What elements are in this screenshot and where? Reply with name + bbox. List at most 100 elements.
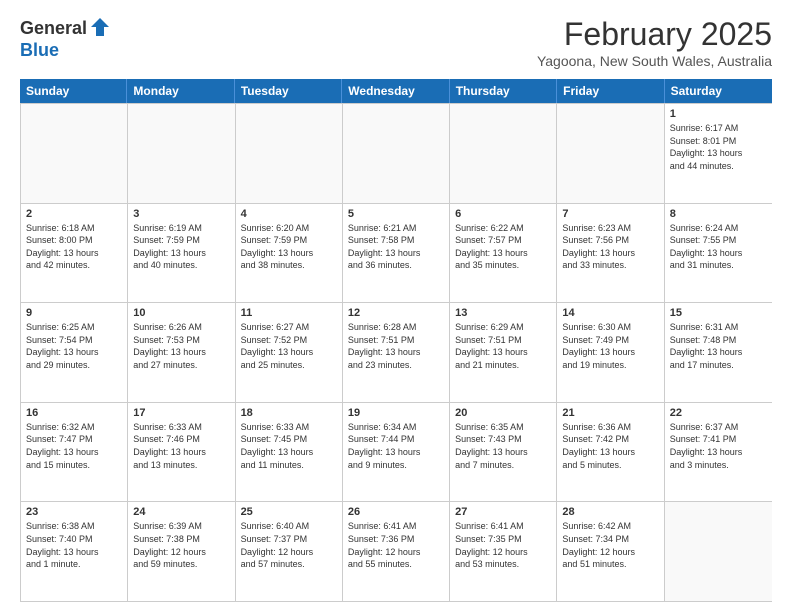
day-cell-24: 24 Sunrise: 6:39 AM Sunset: 7:38 PM Dayli… [128,502,235,601]
day-info: Sunrise: 6:32 AM Sunset: 7:47 PM Dayligh… [26,421,122,471]
day-cell-28: 28 Sunrise: 6:42 AM Sunset: 7:34 PM Dayli… [557,502,664,601]
page: General Blue February 2025 Yagoona, New … [0,0,792,612]
day-cell-26: 26Sunrise: 6:41 AM Sunset: 7:36 PM Dayli… [343,502,450,601]
day-cell-14: 14 Sunrise: 6:30 AM Sunset: 7:49 PM Dayli… [557,303,664,402]
day-cell-3: 3Sunrise: 6:19 AM Sunset: 7:59 PM Daylig… [128,204,235,303]
day-number: 19 [348,407,444,419]
day-cell-11: 11 Sunrise: 6:27 AM Sunset: 7:52 PM Dayli… [236,303,343,402]
day-info: Sunrise: 6:20 AM Sunset: 7:59 PM Dayligh… [241,222,337,272]
day-cell-20: 20 Sunrise: 6:35 AM Sunset: 7:43 PM Dayli… [450,403,557,502]
day-cell-10: 10Sunrise: 6:26 AM Sunset: 7:53 PM Dayli… [128,303,235,402]
empty-cell [450,104,557,203]
day-cell-16: 16 Sunrise: 6:32 AM Sunset: 7:47 PM Dayli… [21,403,128,502]
empty-cell [21,104,128,203]
empty-cell [557,104,664,203]
day-cell-9: 9 Sunrise: 6:25 AM Sunset: 7:54 PM Daylig… [21,303,128,402]
day-number: 23 [26,506,122,518]
day-number: 4 [241,208,337,220]
day-number: 18 [241,407,337,419]
day-info: Sunrise: 6:34 AM Sunset: 7:44 PM Dayligh… [348,421,444,471]
day-info: Sunrise: 6:27 AM Sunset: 7:52 PM Dayligh… [241,321,337,371]
day-info: Sunrise: 6:18 AM Sunset: 8:00 PM Dayligh… [26,222,122,272]
day-info: Sunrise: 6:39 AM Sunset: 7:38 PM Dayligh… [133,520,229,570]
day-number: 25 [241,506,337,518]
day-number: 9 [26,307,122,319]
logo-blue-text: Blue [20,40,59,60]
day-cell-18: 18 Sunrise: 6:33 AM Sunset: 7:45 PM Dayli… [236,403,343,502]
empty-cell [236,104,343,203]
day-number: 1 [670,108,767,120]
day-number: 11 [241,307,337,319]
logo: General Blue [20,16,111,61]
empty-cell [343,104,450,203]
day-info: Sunrise: 6:38 AM Sunset: 7:40 PM Dayligh… [26,520,122,570]
day-number: 28 [562,506,658,518]
day-number: 15 [670,307,767,319]
weekday-header-thursday: Thursday [450,79,557,103]
day-cell-21: 21 Sunrise: 6:36 AM Sunset: 7:42 PM Dayli… [557,403,664,502]
day-info: Sunrise: 6:40 AM Sunset: 7:37 PM Dayligh… [241,520,337,570]
day-info: Sunrise: 6:42 AM Sunset: 7:34 PM Dayligh… [562,520,658,570]
day-info: Sunrise: 6:28 AM Sunset: 7:51 PM Dayligh… [348,321,444,371]
day-info: Sunrise: 6:30 AM Sunset: 7:49 PM Dayligh… [562,321,658,371]
day-number: 27 [455,506,551,518]
day-info: Sunrise: 6:33 AM Sunset: 7:45 PM Dayligh… [241,421,337,471]
day-info: Sunrise: 6:17 AM Sunset: 8:01 PM Dayligh… [670,122,767,172]
day-cell-5: 5 Sunrise: 6:21 AM Sunset: 7:58 PM Daylig… [343,204,450,303]
day-number: 2 [26,208,122,220]
title-block: February 2025 Yagoona, New South Wales, … [537,16,772,69]
calendar: SundayMondayTuesdayWednesdayThursdayFrid… [20,79,772,602]
day-cell-7: 7Sunrise: 6:23 AM Sunset: 7:56 PM Daylig… [557,204,664,303]
day-info: Sunrise: 6:26 AM Sunset: 7:53 PM Dayligh… [133,321,229,371]
day-info: Sunrise: 6:33 AM Sunset: 7:46 PM Dayligh… [133,421,229,471]
day-info: Sunrise: 6:21 AM Sunset: 7:58 PM Dayligh… [348,222,444,272]
day-cell-2: 2 Sunrise: 6:18 AM Sunset: 8:00 PM Daylig… [21,204,128,303]
weekday-header-tuesday: Tuesday [235,79,342,103]
day-info: Sunrise: 6:41 AM Sunset: 7:35 PM Dayligh… [455,520,551,570]
day-info: Sunrise: 6:37 AM Sunset: 7:41 PM Dayligh… [670,421,767,471]
day-number: 21 [562,407,658,419]
day-cell-19: 19 Sunrise: 6:34 AM Sunset: 7:44 PM Dayli… [343,403,450,502]
day-cell-8: 8 Sunrise: 6:24 AM Sunset: 7:55 PM Daylig… [665,204,772,303]
empty-cell [665,502,772,601]
day-info: Sunrise: 6:36 AM Sunset: 7:42 PM Dayligh… [562,421,658,471]
day-cell-13: 13 Sunrise: 6:29 AM Sunset: 7:51 PM Dayli… [450,303,557,402]
day-cell-27: 27 Sunrise: 6:41 AM Sunset: 7:35 PM Dayli… [450,502,557,601]
day-cell-23: 23 Sunrise: 6:38 AM Sunset: 7:40 PM Dayli… [21,502,128,601]
day-number: 5 [348,208,444,220]
weekday-header-wednesday: Wednesday [342,79,449,103]
day-number: 22 [670,407,767,419]
logo-general-text: General [20,18,87,39]
day-info: Sunrise: 6:29 AM Sunset: 7:51 PM Dayligh… [455,321,551,371]
day-cell-12: 12 Sunrise: 6:28 AM Sunset: 7:51 PM Dayli… [343,303,450,402]
day-number: 14 [562,307,658,319]
day-cell-1: 1 Sunrise: 6:17 AM Sunset: 8:01 PM Daylig… [665,104,772,203]
day-cell-15: 15 Sunrise: 6:31 AM Sunset: 7:48 PM Dayli… [665,303,772,402]
day-info: Sunrise: 6:25 AM Sunset: 7:54 PM Dayligh… [26,321,122,371]
day-number: 6 [455,208,551,220]
day-cell-4: 4 Sunrise: 6:20 AM Sunset: 7:59 PM Daylig… [236,204,343,303]
calendar-row-5: 23 Sunrise: 6:38 AM Sunset: 7:40 PM Dayli… [21,501,772,601]
day-number: 16 [26,407,122,419]
logo-icon [89,16,111,38]
day-number: 8 [670,208,767,220]
day-number: 12 [348,307,444,319]
calendar-row-1: 1 Sunrise: 6:17 AM Sunset: 8:01 PM Daylig… [21,103,772,203]
day-cell-25: 25 Sunrise: 6:40 AM Sunset: 7:37 PM Dayli… [236,502,343,601]
calendar-row-2: 2 Sunrise: 6:18 AM Sunset: 8:00 PM Daylig… [21,203,772,303]
day-number: 24 [133,506,229,518]
weekday-header-monday: Monday [127,79,234,103]
day-number: 20 [455,407,551,419]
day-info: Sunrise: 6:35 AM Sunset: 7:43 PM Dayligh… [455,421,551,471]
day-cell-17: 17Sunrise: 6:33 AM Sunset: 7:46 PM Dayli… [128,403,235,502]
day-cell-6: 6Sunrise: 6:22 AM Sunset: 7:57 PM Daylig… [450,204,557,303]
day-number: 13 [455,307,551,319]
weekday-header-saturday: Saturday [665,79,772,103]
location: Yagoona, New South Wales, Australia [537,53,772,69]
day-info: Sunrise: 6:19 AM Sunset: 7:59 PM Dayligh… [133,222,229,272]
calendar-header: SundayMondayTuesdayWednesdayThursdayFrid… [20,79,772,103]
month-year: February 2025 [537,16,772,53]
day-info: Sunrise: 6:24 AM Sunset: 7:55 PM Dayligh… [670,222,767,272]
weekday-header-friday: Friday [557,79,664,103]
day-info: Sunrise: 6:31 AM Sunset: 7:48 PM Dayligh… [670,321,767,371]
